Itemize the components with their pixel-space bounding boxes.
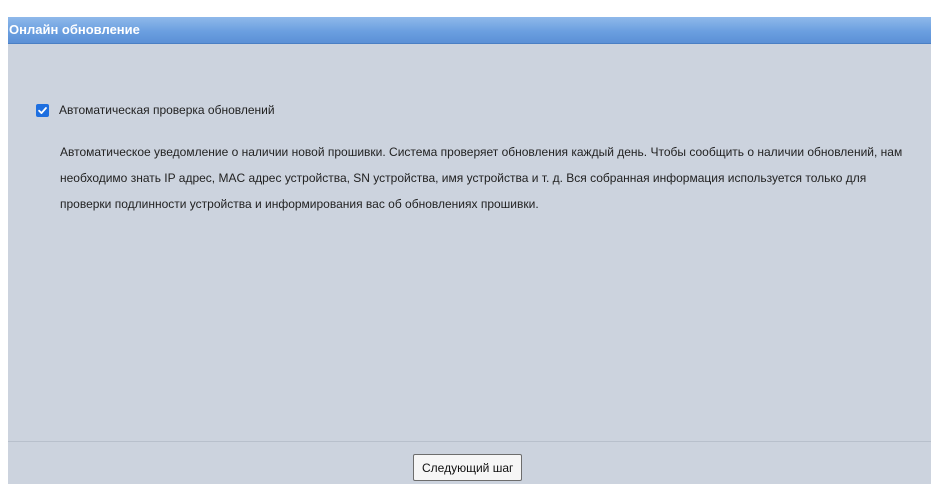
auto-check-row[interactable]: Автоматическая проверка обновлений bbox=[36, 103, 275, 117]
title-bar: Онлайн обновление bbox=[8, 17, 931, 44]
checkmark-icon bbox=[38, 106, 47, 114]
panel-content: Автоматическая проверка обновлений Автом… bbox=[8, 44, 931, 441]
footer: Следующий шаг bbox=[8, 442, 931, 484]
auto-check-checkbox[interactable] bbox=[36, 103, 49, 117]
next-step-button[interactable]: Следующий шаг bbox=[413, 454, 523, 481]
online-update-panel: Онлайн обновление Автоматическая проверк… bbox=[8, 17, 931, 484]
auto-check-description: Автоматическое уведомление о наличии нов… bbox=[60, 145, 903, 211]
page-title: Онлайн обновление bbox=[9, 22, 140, 37]
auto-check-label[interactable]: Автоматическая проверка обновлений bbox=[59, 103, 275, 117]
